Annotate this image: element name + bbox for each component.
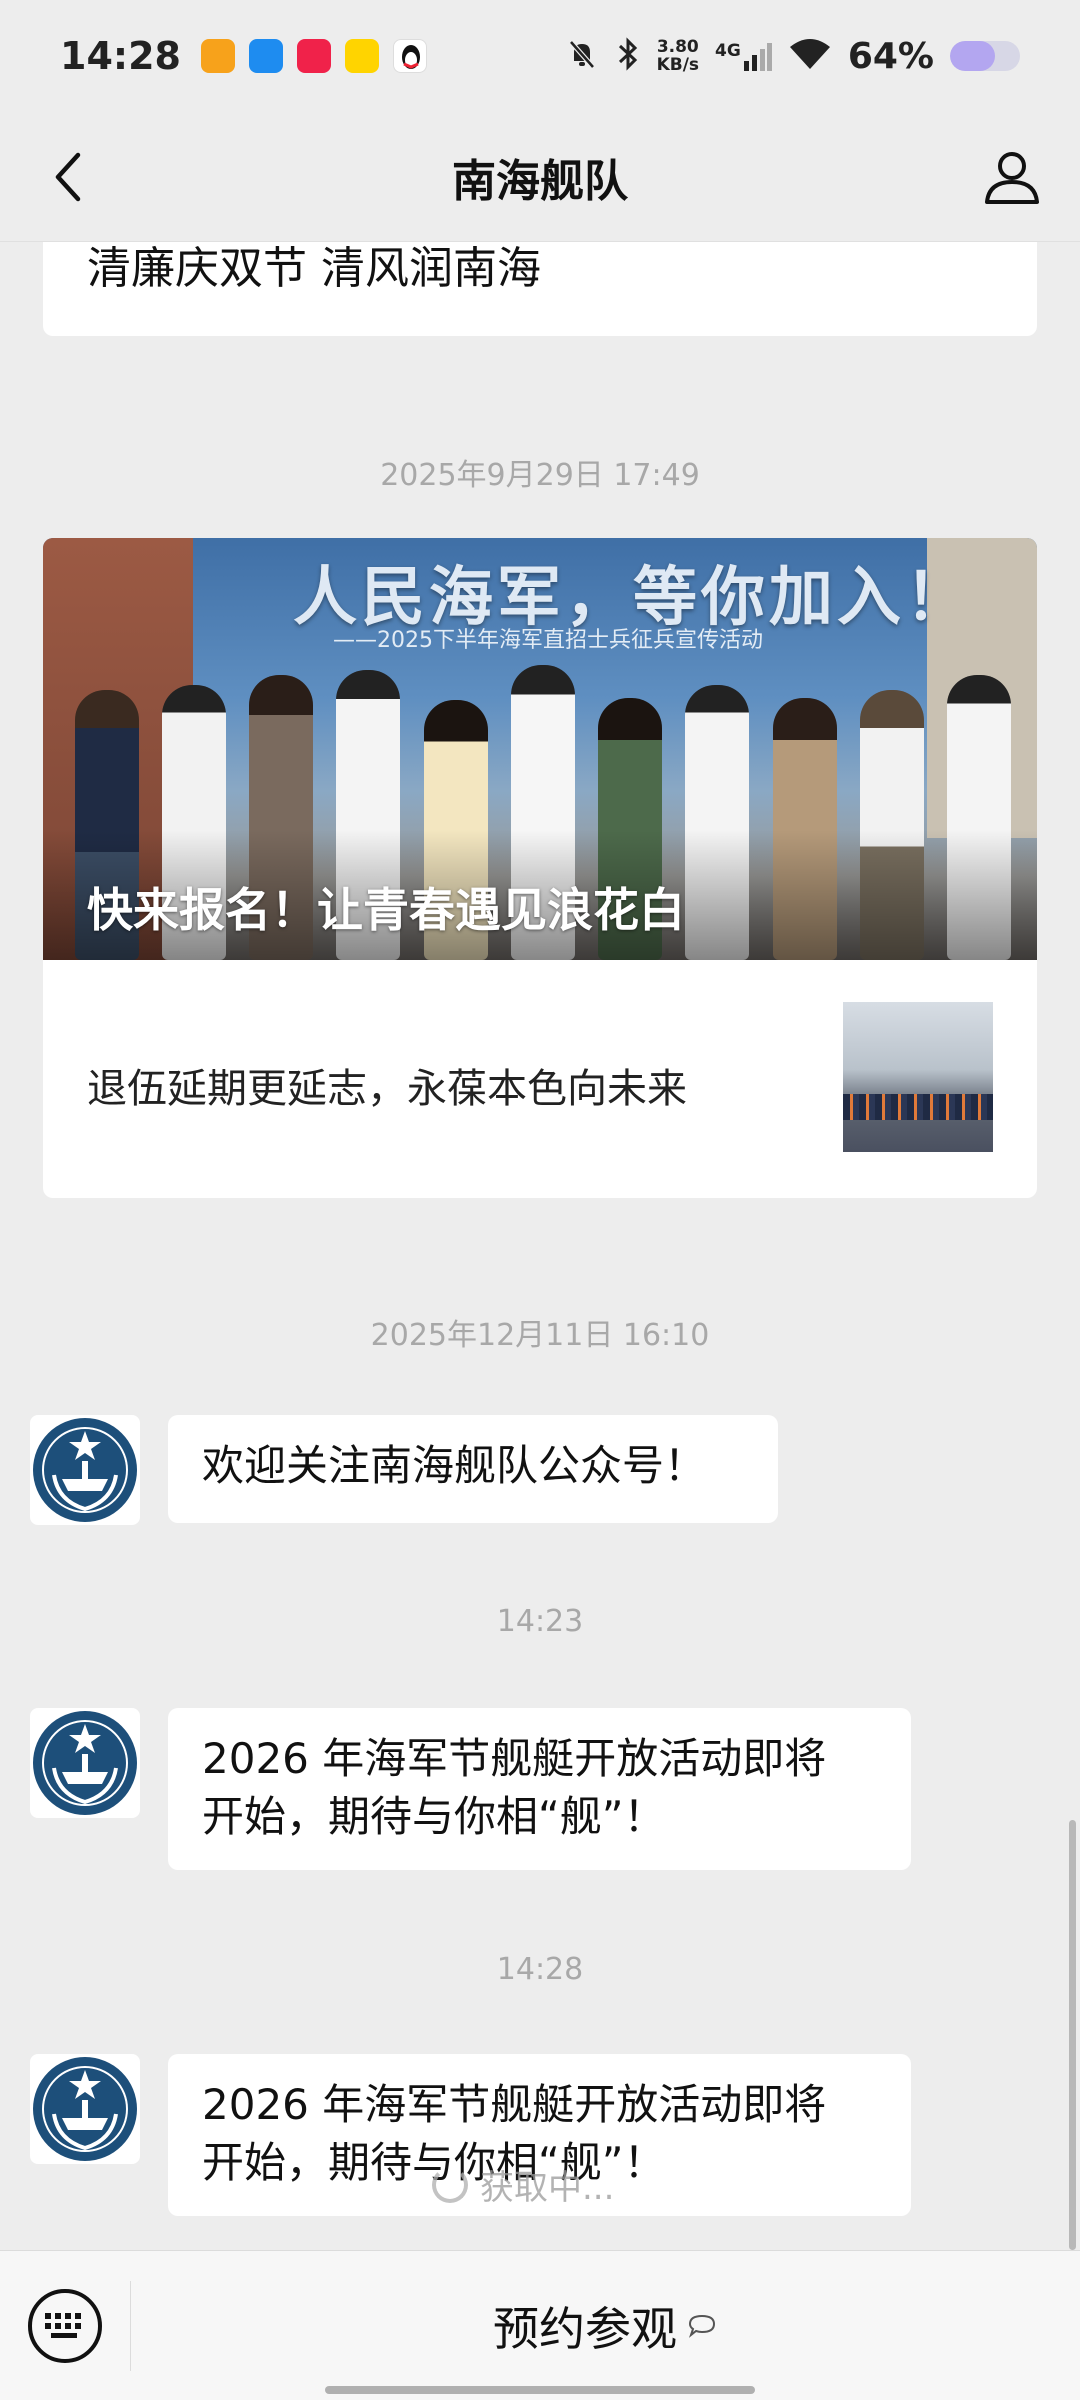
profile-button[interactable] [980,145,1044,209]
bottom-menu-bar: 预约参观 [0,2250,1080,2400]
battery-icon [950,41,1020,71]
nav-bar: 南海舰队 [0,112,1080,242]
notification-app-icons [200,39,427,73]
bluetooth-icon [615,36,641,76]
page-title: 南海舰队 [452,155,628,207]
loading-indicator: 获取中... [432,2160,614,2209]
avatar[interactable] [30,1708,140,1818]
message-text: 欢迎关注南海舰队公众号！ [202,1441,707,1490]
status-time: 14:28 [60,34,181,78]
menu-label: 预约参观 [493,2302,677,2356]
navy-emblem-icon [33,1711,137,1815]
navy-emblem-icon [33,1418,137,1522]
signal-icon: 4G [715,41,772,71]
timestamp: 2025年9月29日 17:49 [380,458,700,493]
message-text-line: 2026 年海军节舰艇开放活动即将 [202,2080,827,2129]
app-yellow-icon [344,39,379,73]
message-text-line: 开始，期待与你相“舰”！ [202,1792,666,1841]
mute-bell-icon [565,37,599,75]
hero-caption: 快来报名！让青春遇见浪花白 [87,883,685,937]
hero-banner-subtitle: ——2025下半年海军直招士兵征兵宣传活动 [333,628,763,653]
user-icon [985,152,1039,204]
chat-bubble-icon [688,2314,716,2338]
app-blue-icon [248,39,283,73]
message-bubble[interactable]: 欢迎关注南海舰队公众号！ [168,1415,778,1523]
loading-text: 获取中... [480,2168,615,2208]
battery-fill [950,41,995,71]
timestamp: 14:28 [496,1952,584,1987]
scrollbar[interactable] [1069,1820,1076,2250]
sub-article-title: 退伍延期更延志，永葆本色向未来 [87,1066,687,1112]
hero-article[interactable]: 人民海军，等你加入！ ——2025下半年海军直招士兵征兵宣传活动 快来报名！让青… [43,538,1037,960]
message-text-line: 2026 年海军节舰艇开放活动即将 [202,1734,827,1783]
avatar[interactable] [30,1415,140,1525]
article-title[interactable]: 清廉庆双节 清风润南海 [87,242,541,296]
app-orange-icon [200,39,235,73]
navy-emblem-icon [33,2057,137,2161]
home-indicator[interactable] [325,2386,755,2394]
sub-article-item[interactable]: 退伍延期更延志，永葆本色向未来 [43,960,1037,1198]
network-type: 4G [715,41,741,61]
article-card-partial[interactable]: 清廉庆双节 清风润南海 [43,242,1037,336]
keyboard-toggle-button[interactable] [28,2289,102,2363]
status-right: 3.80 KB/s 4G 64% [565,36,1020,77]
keyboard-icon [45,2313,81,2338]
sub-article-thumbnail [843,1002,993,1152]
article-card: 人民海军，等你加入！ ——2025下半年海军直招士兵征兵宣传活动 快来报名！让青… [43,538,1037,1198]
menu-item-visit-booking[interactable]: 预约参观 [130,2251,1080,2400]
status-bar: 14:28 3.80 KB/s 4G 64% [0,0,1080,112]
app-red-icon [296,39,331,73]
message-bubble[interactable]: 2026 年海军节舰艇开放活动即将 开始，期待与你相“舰”！ [168,1708,911,1870]
net-speed-unit: KB/s [656,55,700,75]
battery-percent: 64% [847,35,934,77]
timestamp: 2025年12月11日 16:10 [370,1318,710,1353]
timestamp: 14:23 [496,1604,584,1639]
avatar[interactable] [30,2054,140,2164]
chevron-left-icon [55,152,81,202]
net-speed-value: 3.80 [656,37,699,57]
wifi-icon [788,37,832,75]
back-button[interactable] [36,145,100,209]
net-speed: 3.80 KB/s [657,38,699,74]
qq-penguin-icon [392,39,427,73]
spinner-icon [432,2166,468,2203]
